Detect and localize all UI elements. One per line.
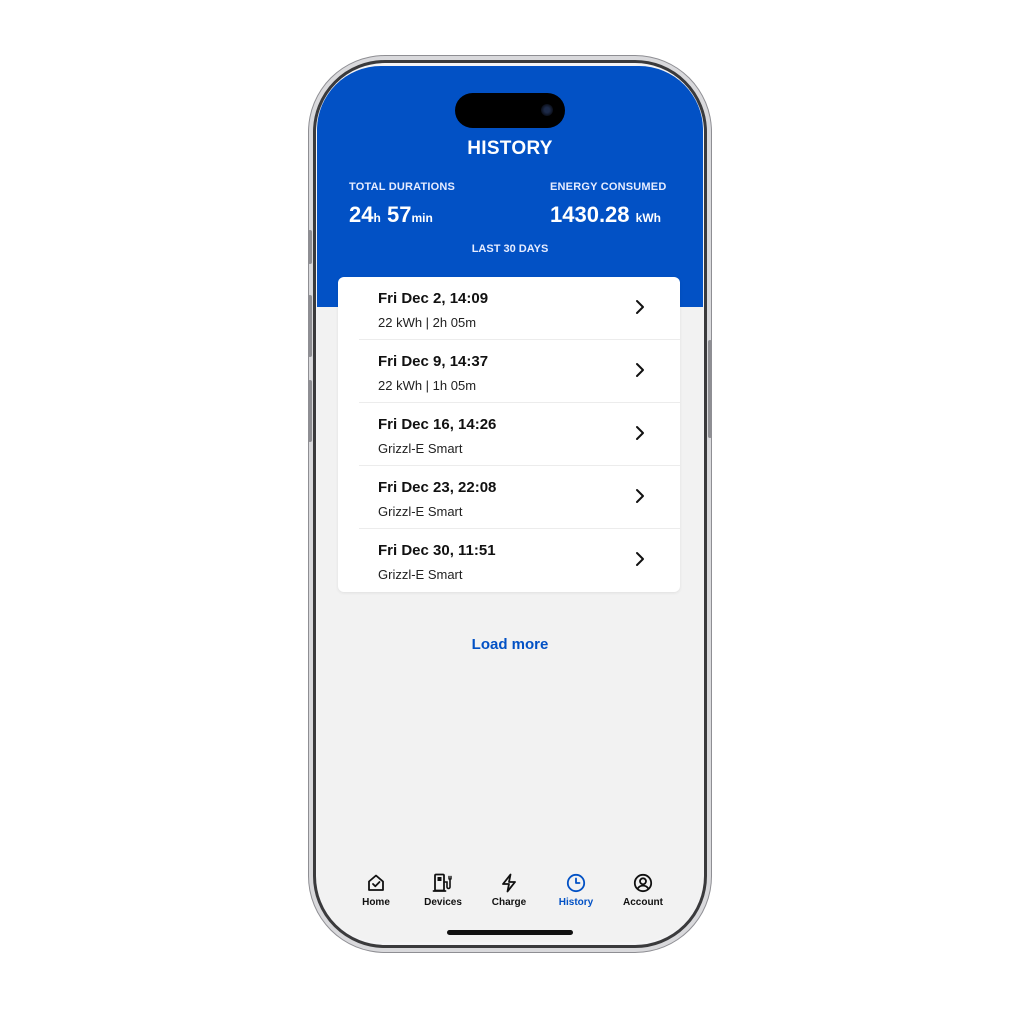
chevron-right-icon xyxy=(636,363,644,377)
page-title: HISTORY xyxy=(467,138,553,159)
session-subtitle: 22 kWh | 2h 05m xyxy=(378,315,477,330)
history-header: HISTORY TOTAL DURATIONS 24h 57min ENERGY… xyxy=(317,66,703,307)
hours-value: 24 xyxy=(349,202,374,227)
phone-power-button xyxy=(708,340,712,438)
total-durations-value: 24h 57min xyxy=(349,202,433,228)
session-row[interactable]: Fri Dec 16, 14:26 Grizzl-E Smart xyxy=(338,403,680,466)
chevron-right-icon xyxy=(636,426,644,440)
minutes-unit: min xyxy=(411,211,433,225)
energy-value: 1430.28 xyxy=(550,202,630,227)
chevron-right-icon xyxy=(636,489,644,503)
clock-icon xyxy=(566,873,586,893)
tab-label: Home xyxy=(362,897,390,908)
energy-consumed-value: 1430.28 kWh xyxy=(550,202,661,228)
session-row[interactable]: Fri Dec 2, 14:09 22 kWh | 2h 05m xyxy=(338,277,680,340)
session-title: Fri Dec 23, 22:08 xyxy=(378,479,497,496)
load-more-button[interactable]: Load more xyxy=(317,636,703,653)
session-title: Fri Dec 9, 14:37 xyxy=(378,353,489,370)
session-title: Fri Dec 16, 14:26 xyxy=(378,416,497,433)
session-subtitle: 22 kWh | 1h 05m xyxy=(378,378,477,393)
home-icon xyxy=(368,874,384,891)
session-row[interactable]: Fri Dec 23, 22:08 Grizzl-E Smart xyxy=(338,466,680,529)
charging-station-icon xyxy=(432,873,452,892)
app-screen: HISTORY TOTAL DURATIONS 24h 57min ENERGY… xyxy=(317,66,703,942)
chevron-right-icon xyxy=(636,552,644,566)
bottom-tab-bar: Home Devices Charge History Account xyxy=(317,861,703,921)
tab-label: Devices xyxy=(424,897,462,908)
tab-account[interactable]: Account xyxy=(613,861,673,908)
phone-action-button xyxy=(308,230,312,264)
session-subtitle: Grizzl-E Smart xyxy=(378,441,463,456)
hours-unit: h xyxy=(373,211,381,225)
tab-history[interactable]: History xyxy=(546,861,606,908)
session-list: Fri Dec 2, 14:09 22 kWh | 2h 05m Fri Dec… xyxy=(338,277,680,592)
session-subtitle: Grizzl-E Smart xyxy=(378,504,463,519)
session-subtitle: Grizzl-E Smart xyxy=(378,567,463,582)
home-indicator[interactable] xyxy=(447,930,573,935)
tab-label: History xyxy=(558,897,594,908)
tab-label: Charge xyxy=(491,897,527,908)
minutes-value: 57 xyxy=(386,202,412,227)
session-title: Fri Dec 2, 14:09 xyxy=(378,290,489,307)
energy-unit: kWh xyxy=(635,211,661,225)
tab-devices[interactable]: Devices xyxy=(413,861,473,908)
camera-icon xyxy=(541,104,553,116)
user-circle-icon xyxy=(633,873,653,893)
session-title: Fri Dec 30, 11:51 xyxy=(378,542,496,559)
phone-volume-up-button xyxy=(308,295,312,357)
energy-consumed-label: ENERGY CONSUMED xyxy=(550,181,667,193)
tab-charge[interactable]: Charge xyxy=(479,861,539,908)
lightning-icon xyxy=(502,873,516,893)
period-label: LAST 30 DAYS xyxy=(471,243,549,255)
total-durations-label: TOTAL DURATIONS xyxy=(349,181,456,193)
dynamic-island xyxy=(455,93,565,128)
tab-home[interactable]: Home xyxy=(346,861,406,908)
chevron-right-icon xyxy=(636,300,644,314)
session-row[interactable]: Fri Dec 30, 11:51 Grizzl-E Smart xyxy=(338,529,680,592)
phone-volume-down-button xyxy=(308,380,312,442)
session-row[interactable]: Fri Dec 9, 14:37 22 kWh | 1h 05m xyxy=(338,340,680,403)
tab-label: Account xyxy=(623,897,663,908)
